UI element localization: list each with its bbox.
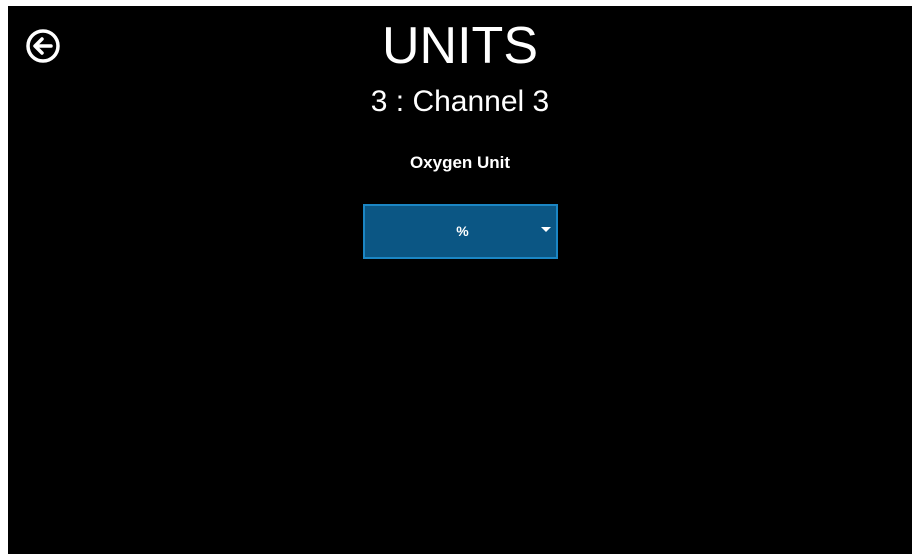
page-title: UNITS (382, 17, 538, 75)
oxygen-unit-selected-value: % (456, 223, 469, 239)
channel-subtitle: 3 : Channel 3 (370, 85, 550, 118)
oxygen-unit-label: Oxygen Unit (409, 153, 511, 172)
chevron-down-icon (541, 227, 551, 232)
units-screen: UNITS 3 : Channel 3 Oxygen Unit % (8, 6, 912, 554)
oxygen-unit-select[interactable]: % (363, 204, 558, 259)
